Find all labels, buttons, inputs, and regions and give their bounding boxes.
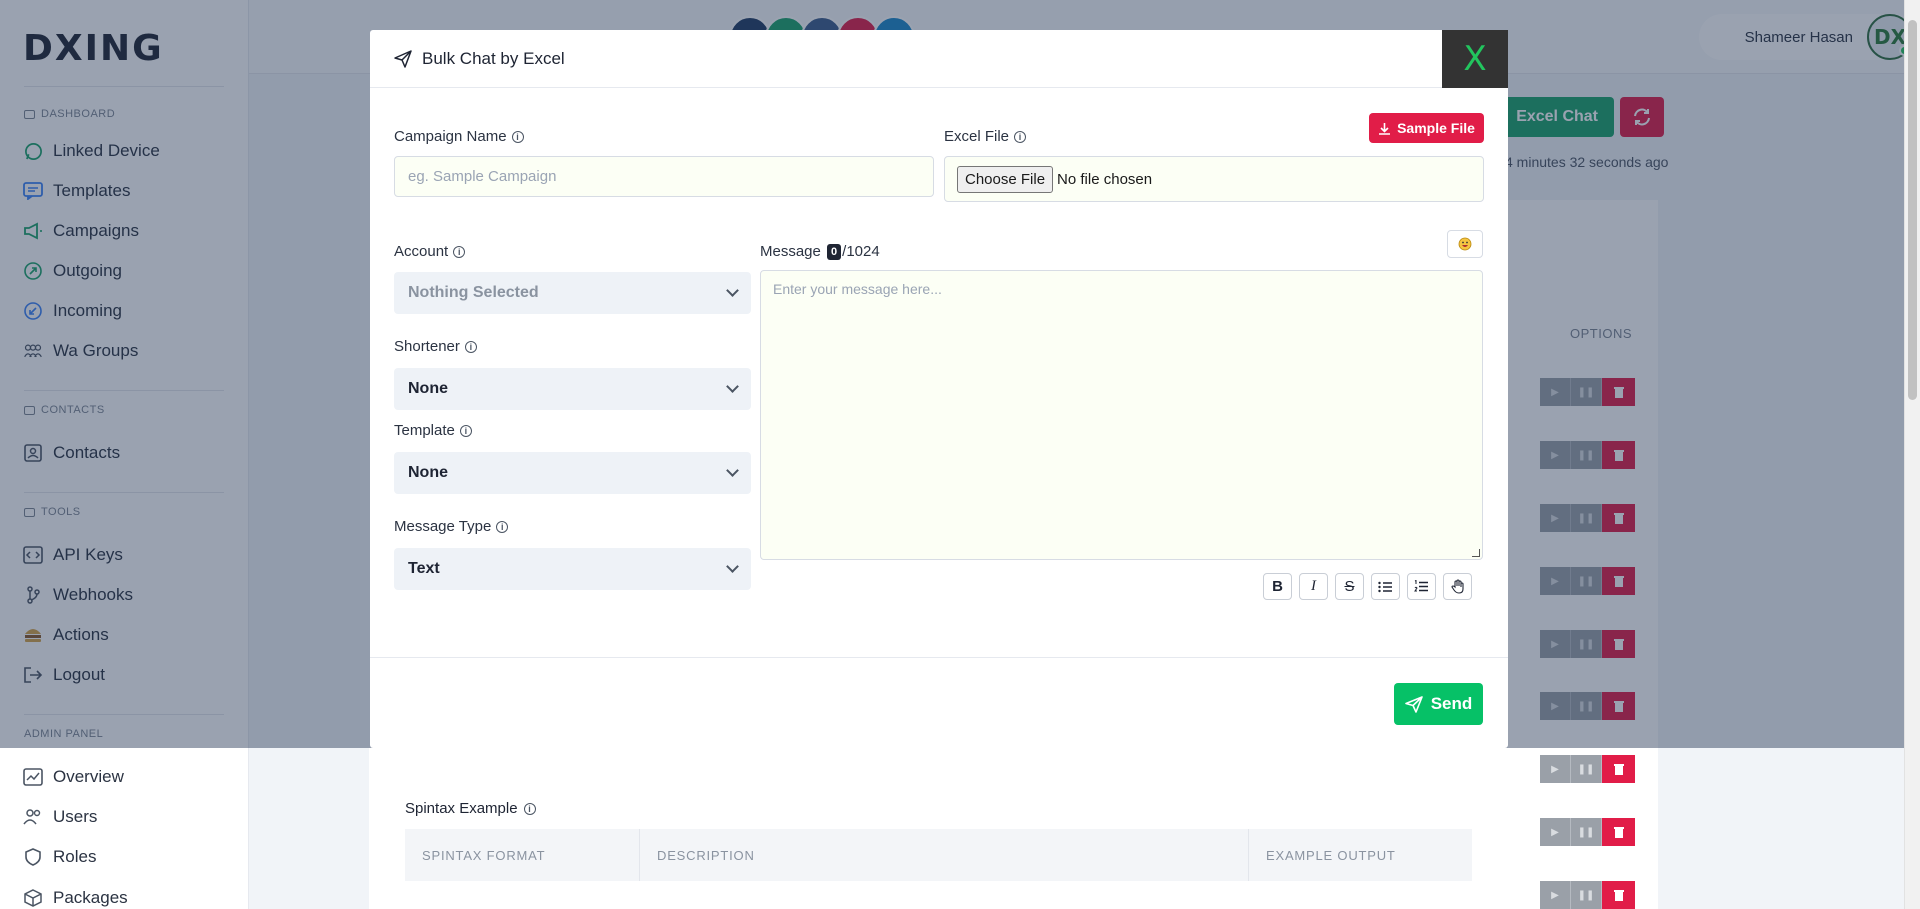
bullet-list-button[interactable]	[1371, 573, 1400, 600]
campaign-name-label: Campaign Name i	[394, 128, 524, 145]
info-icon: i	[496, 520, 509, 533]
table-row-actions: ▶ ❚❚	[1540, 881, 1635, 909]
info-icon: i	[464, 340, 477, 353]
pause-button[interactable]: ❚❚	[1571, 818, 1602, 846]
sidebar-item-packages[interactable]: Packages	[23, 884, 128, 909]
info-icon: i	[1014, 130, 1027, 143]
template-select[interactable]: None	[394, 452, 751, 494]
excel-file-input[interactable]: Choose File No file chosen	[944, 156, 1484, 202]
sidebar-item-roles[interactable]: Roles	[23, 843, 96, 871]
bulk-chat-modal: Bulk Chat by Excel X Campaign Name i eg. …	[370, 30, 1508, 748]
emoji-icon	[1458, 237, 1472, 251]
excel-file-label: Excel File i	[944, 128, 1027, 145]
chevron-down-icon	[726, 284, 739, 297]
shortener-select[interactable]: None	[394, 368, 751, 410]
bold-button[interactable]: B	[1263, 573, 1292, 600]
package-icon	[23, 888, 43, 908]
modal-footer-divider	[370, 657, 1508, 658]
account-select[interactable]: Nothing Selected	[394, 272, 751, 314]
play-button[interactable]: ▶	[1540, 818, 1571, 846]
italic-button[interactable]: I	[1299, 573, 1328, 600]
send-icon	[1404, 695, 1423, 713]
shield-icon	[23, 847, 43, 867]
delete-button[interactable]	[1602, 755, 1635, 783]
campaign-name-input[interactable]: eg. Sample Campaign	[394, 156, 934, 197]
info-icon: i	[453, 245, 466, 258]
table-row-actions: ▶ ❚❚	[1540, 755, 1635, 783]
info-icon: i	[523, 802, 536, 815]
pause-button[interactable]: ❚❚	[1571, 755, 1602, 783]
users-icon	[23, 807, 43, 827]
info-icon: i	[459, 424, 472, 437]
spintax-table-header: SPINTAX FORMAT DESCRIPTION EXAMPLE OUTPU…	[405, 829, 1472, 881]
sidebar-item-overview[interactable]: Overview	[23, 763, 124, 791]
column-header: SPINTAX FORMAT	[405, 829, 640, 881]
format-toolbar: B I S	[1263, 573, 1472, 600]
numbered-list-icon	[1414, 580, 1428, 592]
choose-file-button[interactable]: Choose File	[957, 165, 1054, 193]
column-header: EXAMPLE OUTPUT	[1266, 847, 1396, 863]
trash-icon	[1613, 826, 1624, 838]
table-row-actions: ▶ ❚❚	[1540, 818, 1635, 846]
modal-header: Bulk Chat by Excel	[370, 30, 1508, 88]
chevron-down-icon	[726, 464, 739, 477]
shortener-label: Shortener i	[394, 338, 477, 355]
hand-button[interactable]	[1443, 573, 1472, 600]
file-status-text: No file chosen	[1057, 170, 1153, 188]
send-icon	[394, 49, 412, 68]
strikethrough-button[interactable]: S	[1335, 573, 1364, 600]
message-char-count: 0	[827, 243, 842, 260]
close-button[interactable]: X	[1442, 30, 1508, 88]
account-label: Account i	[394, 243, 466, 260]
overview-icon	[23, 767, 43, 787]
sidebar-item-users[interactable]: Users	[23, 803, 97, 831]
trash-icon	[1613, 889, 1624, 901]
spintax-title: Spintax Example i	[405, 800, 536, 817]
chevron-down-icon	[726, 380, 739, 393]
download-icon	[1379, 122, 1391, 135]
scrollbar-thumb[interactable]	[1908, 20, 1917, 400]
trash-icon	[1613, 763, 1624, 775]
message-label: Message 0/1024	[760, 243, 880, 260]
play-button[interactable]: ▶	[1540, 881, 1571, 909]
bullet-list-icon	[1378, 581, 1392, 592]
message-type-label: Message Type i	[394, 518, 509, 535]
template-label: Template i	[394, 422, 472, 439]
message-char-max: /1024	[842, 243, 880, 260]
emoji-picker-button[interactable]	[1447, 230, 1483, 258]
message-textarea[interactable]: Enter your message here...	[760, 270, 1483, 560]
resize-handle[interactable]	[1472, 549, 1480, 557]
hand-icon	[1450, 579, 1464, 594]
modal-title: Bulk Chat by Excel	[422, 48, 565, 68]
column-header: DESCRIPTION	[640, 829, 1249, 881]
pause-button[interactable]: ❚❚	[1571, 881, 1602, 909]
delete-button[interactable]	[1602, 881, 1635, 909]
info-icon: i	[511, 130, 524, 143]
sample-file-button[interactable]: Sample File	[1369, 113, 1484, 143]
send-button[interactable]: Send	[1394, 683, 1483, 725]
chevron-down-icon	[726, 560, 739, 573]
page-scrollbar[interactable]	[1904, 0, 1920, 909]
message-type-select[interactable]: Text	[394, 548, 751, 590]
numbered-list-button[interactable]	[1407, 573, 1436, 600]
delete-button[interactable]	[1602, 818, 1635, 846]
play-button[interactable]: ▶	[1540, 755, 1571, 783]
